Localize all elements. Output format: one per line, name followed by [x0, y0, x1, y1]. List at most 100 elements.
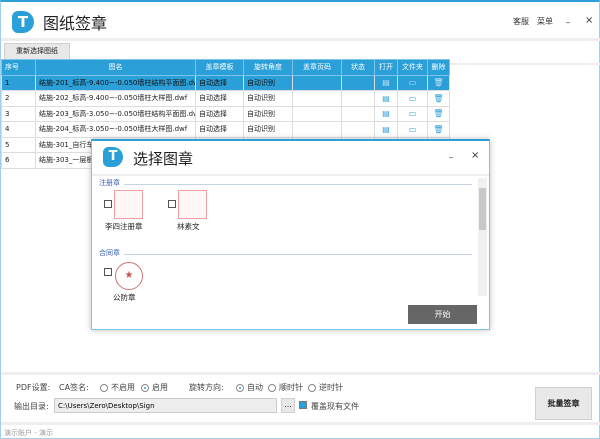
radio-icon — [236, 383, 244, 392]
reselect-drawings-button[interactable]: 重新选择图纸 — [4, 43, 70, 60]
scrollbar[interactable] — [478, 178, 487, 296]
ca-label: CA签名: — [59, 383, 89, 392]
cell-no: 5 — [1, 136, 36, 153]
cell-template: 自动选择 — [195, 74, 244, 91]
radio-icon — [308, 383, 316, 392]
rotation-label: 旋转方向: — [189, 383, 224, 392]
col-folder: 文件夹 — [397, 59, 428, 76]
cell-no: 1 — [1, 74, 36, 91]
stamp-image — [178, 190, 207, 219]
stamp-list: 注册章 李四注册章 林素文 合同章 ★ 公防章 — [92, 176, 489, 302]
cell-page — [292, 121, 342, 138]
group-label-contract: 合同章 — [99, 249, 120, 257]
ca-disable-radio[interactable]: 不启用 — [100, 382, 135, 393]
cell-no: 2 — [1, 90, 36, 107]
radio-icon — [141, 383, 149, 392]
menu-button[interactable]: 菜单 — [537, 16, 553, 27]
cell-status — [341, 74, 375, 91]
rotation-cw-radio[interactable]: 顺时针 — [268, 382, 303, 393]
cell-template: 自动选择 — [195, 121, 244, 138]
delete-icon[interactable]: 🗑 — [427, 121, 450, 138]
cell-page — [292, 74, 342, 91]
delete-icon[interactable]: 🗑 — [427, 105, 450, 122]
open-file-icon[interactable]: ▤ — [374, 105, 398, 122]
start-button[interactable]: 开始 — [408, 305, 477, 324]
col-status: 状态 — [341, 59, 375, 76]
divider — [124, 184, 472, 185]
divider — [1, 372, 600, 375]
app-title: 图纸签章 — [43, 14, 108, 33]
folder-icon[interactable]: ▭ — [397, 121, 428, 138]
col-no: 序号 — [1, 59, 36, 76]
cell-name: 结施-201_标高-9.400~-0.050墙柱结构平面图.dwf — [35, 74, 196, 91]
divider — [1, 38, 600, 41]
rotation-ccw-radio[interactable]: 逆时针 — [308, 382, 343, 393]
dialog-close-button[interactable]: × — [471, 150, 479, 161]
cell-no: 3 — [1, 105, 36, 122]
folder-icon[interactable]: ▭ — [397, 90, 428, 107]
status-text: 演示账户 - 演示 — [4, 429, 53, 437]
stamp-checkbox[interactable] — [104, 200, 112, 208]
ca-enable-radio[interactable]: 启用 — [141, 382, 168, 393]
cell-name: 结施-204_标高-3.050~-0.050墙柱大样图.dwf — [35, 121, 196, 138]
table-row[interactable]: 3 结施-203_标高-3.050~-0.050墙柱结构平面图.dwf 自动选择 自动… — [1, 105, 450, 122]
folder-icon[interactable]: ▭ — [397, 105, 428, 122]
cell-page — [292, 90, 342, 107]
support-button[interactable]: 客服 — [513, 16, 529, 27]
divider — [124, 254, 472, 255]
delete-icon[interactable]: 🗑 — [427, 74, 450, 91]
cell-name: 结施-202_标高-9.400~-0.050墙柱大样图.dwf — [35, 90, 196, 107]
group-label-registered: 注册章 — [99, 179, 120, 187]
dialog-logo: T — [103, 147, 123, 167]
cell-rotation: 自动识别 — [243, 105, 293, 122]
stamp-label: 李四注册章 — [105, 222, 143, 231]
minimize-button[interactable]: _ — [566, 14, 570, 23]
cell-no: 6 — [1, 152, 36, 169]
radio-label: 逆时针 — [319, 383, 343, 392]
dialog-minimize-button[interactable]: _ — [449, 149, 453, 158]
cell-name: 结施-203_标高-3.050~-0.050墙柱结构平面图.dwf — [35, 105, 196, 122]
stamp-label: 林素文 — [177, 222, 200, 231]
cell-template: 自动选择 — [195, 105, 244, 122]
delete-icon[interactable]: 🗑 — [427, 90, 450, 107]
pdf-settings-label: PDF设置: — [16, 383, 51, 392]
col-open: 打开 — [374, 59, 398, 76]
dialog-title: 选择图章 — [133, 150, 194, 168]
cell-no: 4 — [1, 121, 36, 138]
output-dir-label: 输出目录: — [14, 402, 49, 411]
table-row[interactable]: 2 结施-202_标高-9.400~-0.050墙柱大样图.dwf 自动选择 自动识别… — [1, 90, 450, 107]
overwrite-label: 覆盖现有文件 — [311, 402, 359, 411]
radio-label: 启用 — [152, 383, 168, 392]
cell-rotation: 自动识别 — [243, 74, 293, 91]
cell-page — [292, 105, 342, 122]
radio-label: 顺时针 — [279, 383, 303, 392]
rotation-auto-radio[interactable]: 自动 — [236, 382, 263, 393]
folder-icon[interactable]: ▭ — [397, 74, 428, 91]
close-button[interactable]: × — [585, 15, 593, 26]
browse-button[interactable]: ... — [281, 398, 295, 413]
select-stamp-dialog: T 选择图章 _ × 注册章 李四注册章 林素文 合同章 ★ 公防章 开始 — [91, 139, 490, 330]
stamp-image: ★ — [115, 262, 143, 290]
cell-status — [341, 90, 375, 107]
output-dir-input[interactable] — [54, 398, 277, 413]
cell-status — [341, 105, 375, 122]
open-file-icon[interactable]: ▤ — [374, 74, 398, 91]
stamp-label: 公防章 — [113, 293, 136, 302]
batch-sign-button[interactable]: 批量签章 — [535, 387, 592, 420]
scrollbar-thumb[interactable] — [479, 188, 486, 230]
open-file-icon[interactable]: ▤ — [374, 90, 398, 107]
col-name: 图名 — [35, 59, 196, 76]
table-row[interactable]: 4 结施-204_标高-3.050~-0.050墙柱大样图.dwf 自动选择 自动识别… — [1, 121, 450, 138]
overwrite-checkbox[interactable] — [299, 401, 307, 409]
stamp-checkbox[interactable] — [104, 268, 112, 276]
radio-icon — [100, 383, 108, 392]
cell-status — [341, 121, 375, 138]
cell-template: 自动选择 — [195, 90, 244, 107]
radio-label: 自动 — [247, 383, 263, 392]
stamp-checkbox[interactable] — [168, 200, 176, 208]
col-delete: 删除 — [427, 59, 450, 76]
table-row[interactable]: 1 结施-201_标高-9.400~-0.050墙柱结构平面图.dwf 自动选择 自动… — [1, 74, 450, 91]
col-rotation: 旋转角度 — [243, 59, 293, 76]
open-file-icon[interactable]: ▤ — [374, 121, 398, 138]
cell-rotation: 自动识别 — [243, 121, 293, 138]
